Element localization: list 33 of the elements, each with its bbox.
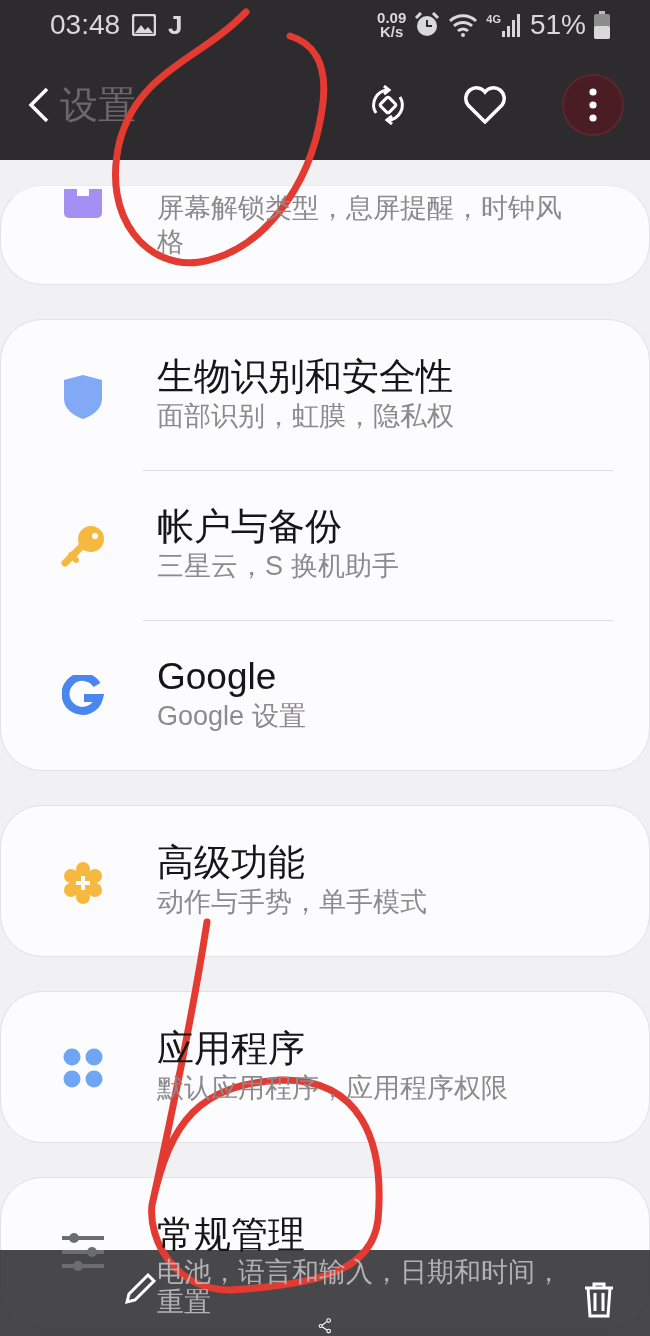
- shield-icon: [64, 375, 102, 419]
- signal-icon: [501, 13, 522, 37]
- alarm-icon: [414, 12, 441, 38]
- setting-title[interactable]: 常规管理: [157, 1213, 569, 1257]
- image-icon: [132, 14, 157, 36]
- battery-icon: [594, 11, 610, 39]
- setting-description: 三星云，S 换机助手: [157, 550, 400, 583]
- back-icon[interactable]: [28, 87, 50, 123]
- net-speed: 0.09 K/s: [377, 11, 407, 39]
- gear-plus-icon: [61, 861, 105, 905]
- battery-level: 51%: [529, 9, 586, 41]
- more-icon[interactable]: [589, 88, 597, 122]
- setting-description: Google 设置: [157, 700, 307, 733]
- sliders-icon: [62, 1233, 104, 1271]
- setting-description: 动作与手势，单手模式: [157, 886, 428, 919]
- tile-icon: [64, 189, 102, 219]
- setting-title[interactable]: Google: [157, 655, 569, 699]
- g-logo-icon: [62, 675, 104, 717]
- network-type: 4G: [486, 13, 501, 25]
- clock-time: 03:48: [50, 9, 121, 41]
- heart-icon[interactable]: [463, 86, 507, 124]
- app-letter: J: [168, 9, 183, 41]
- grid-icon: [62, 1047, 104, 1089]
- share-icon[interactable]: [318, 1318, 332, 1334]
- setting-title[interactable]: 生物识别和安全性: [157, 355, 569, 399]
- setting-description: 面部识别，虹膜，隐私权: [157, 400, 455, 433]
- trash-icon[interactable]: [584, 1282, 614, 1318]
- pencil-icon[interactable]: [124, 1271, 158, 1305]
- page-title: 设置: [60, 82, 136, 128]
- wifi-icon: [448, 13, 479, 37]
- key-icon: [61, 525, 105, 569]
- setting-title[interactable]: 帐户与备份: [157, 505, 569, 549]
- setting-title[interactable]: 高级功能: [157, 841, 569, 885]
